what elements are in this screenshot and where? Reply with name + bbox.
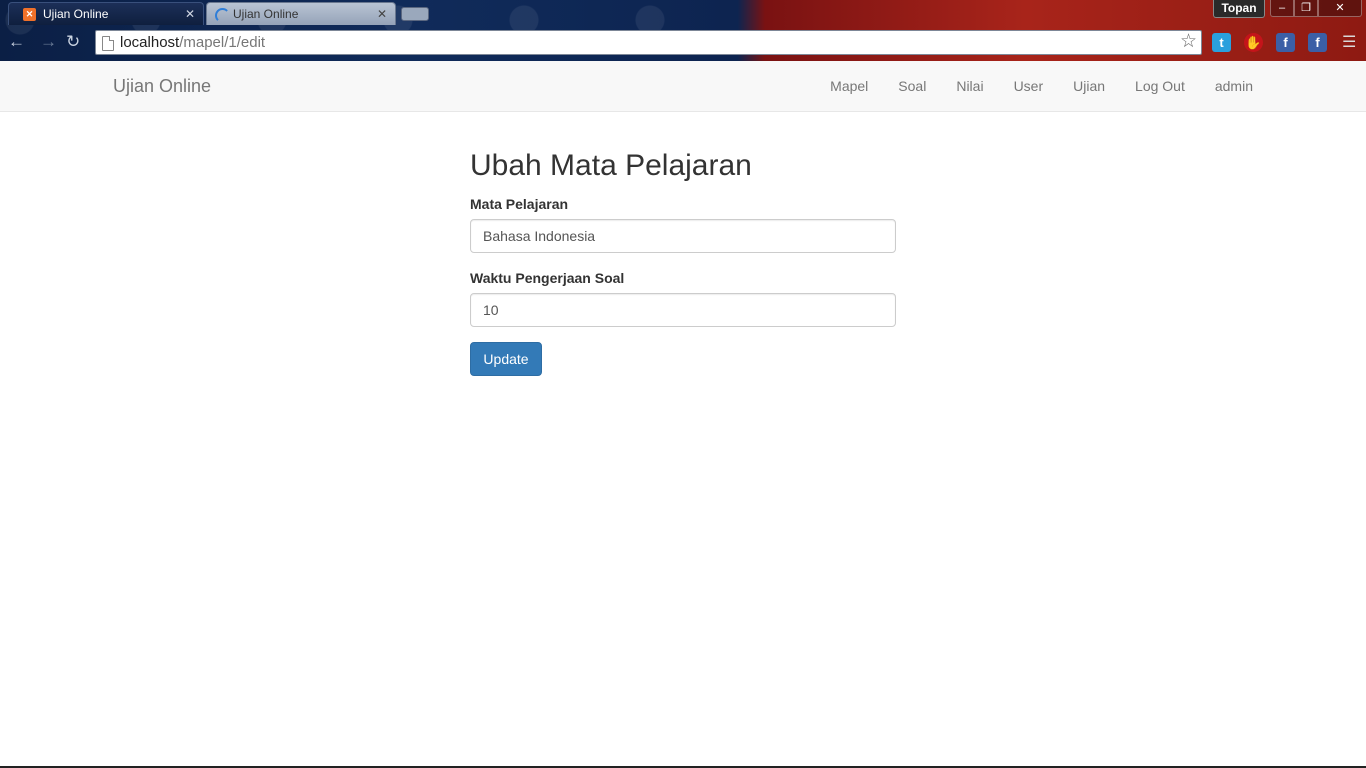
url-text[interactable]: localhost/mapel/1/edit	[120, 31, 265, 54]
twitter-icon[interactable]: t	[1212, 33, 1231, 52]
nav-link-mapel[interactable]: Mapel	[815, 61, 883, 111]
update-button[interactable]: Update	[470, 342, 542, 376]
browser-tab-inactive[interactable]: Ujian Online ✕	[206, 2, 396, 25]
nav-link-nilai[interactable]: Nilai	[941, 61, 998, 111]
nav-link-ujian[interactable]: Ujian	[1058, 61, 1120, 111]
maximize-button[interactable]: ❐	[1294, 0, 1318, 17]
navbar: Ujian Online Mapel Soal Nilai User Ujian…	[0, 61, 1366, 112]
tab-close-icon[interactable]: ✕	[185, 3, 195, 26]
facebook-icon[interactable]: f	[1276, 33, 1295, 52]
loading-spinner-icon	[215, 8, 230, 23]
stop-icon[interactable]: ✋	[1244, 33, 1263, 52]
url-path: /mapel/1/edit	[179, 34, 266, 51]
time-input[interactable]	[470, 293, 896, 327]
facebook-icon[interactable]: f	[1308, 33, 1327, 52]
forward-arrow-icon[interactable]: →	[40, 33, 60, 51]
menu-icon[interactable]: ☰	[1342, 35, 1358, 51]
subject-input[interactable]	[470, 219, 896, 253]
tab-title: Ujian Online	[43, 7, 109, 21]
xampp-favicon-icon: ✕	[23, 8, 36, 21]
minimize-button[interactable]: –	[1270, 0, 1294, 17]
subject-label: Mata Pelajaran	[470, 196, 569, 212]
navbar-links: Mapel Soal Nilai User Ujian Log Out admi…	[815, 61, 1268, 111]
close-window-button[interactable]: ✕	[1318, 0, 1362, 17]
back-arrow-icon[interactable]: ←	[8, 33, 28, 51]
page-title: Ubah Mata Pelajaran	[470, 149, 752, 182]
nav-link-admin[interactable]: admin	[1200, 61, 1268, 111]
reload-icon[interactable]: ↻	[66, 32, 86, 52]
navbar-brand[interactable]: Ujian Online	[113, 61, 211, 111]
profile-name-badge[interactable]: Topan	[1213, 0, 1265, 18]
browser-tab-active[interactable]: ✕ Ujian Online ✕	[8, 2, 204, 25]
tab-title: Ujian Online	[233, 7, 299, 21]
new-tab-button[interactable]	[401, 7, 429, 21]
browser-chrome: ✕ Ujian Online ✕ Ujian Online ✕ Topan – …	[0, 0, 1366, 61]
nav-link-user[interactable]: User	[999, 61, 1059, 111]
page-icon	[102, 36, 114, 51]
tab-close-icon[interactable]: ✕	[377, 3, 387, 26]
nav-link-logout[interactable]: Log Out	[1120, 61, 1200, 111]
address-bar[interactable]: localhost/mapel/1/edit ☆	[95, 30, 1202, 55]
bookmark-star-icon[interactable]: ☆	[1180, 31, 1197, 53]
url-host: localhost	[120, 34, 180, 51]
time-label: Waktu Pengerjaan Soal	[470, 270, 625, 286]
nav-link-soal[interactable]: Soal	[883, 61, 941, 111]
